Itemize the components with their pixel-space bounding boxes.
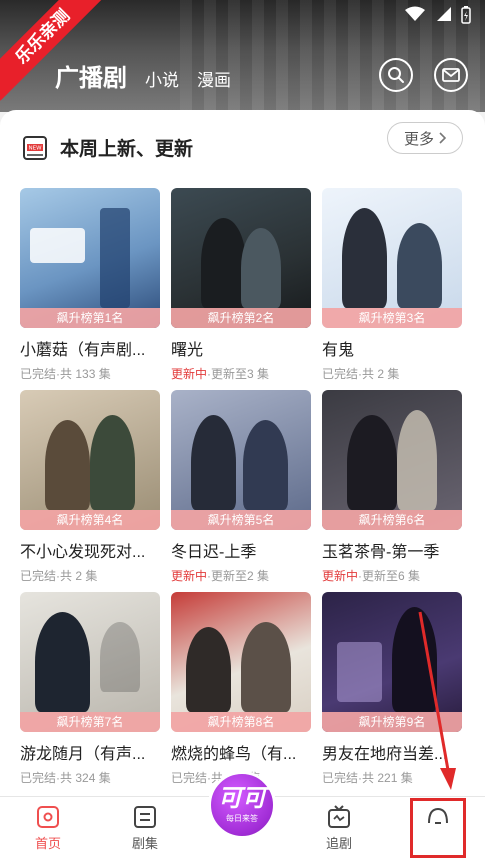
top-tabs: 广播剧 小说 漫画 xyxy=(55,58,231,93)
new-badge-icon: NEW xyxy=(23,135,47,160)
drama-title: 冬日迟-上季 xyxy=(171,544,257,561)
search-button[interactable] xyxy=(379,58,413,92)
drama-meta: 已完结·共 324 集 xyxy=(20,769,160,786)
status-bar xyxy=(405,6,471,29)
signal-icon xyxy=(435,6,451,29)
keke-center-button[interactable]: 可可 每日来答 xyxy=(208,771,276,839)
drama-status: 更新中 xyxy=(171,569,208,583)
drama-status: 已完结 xyxy=(20,569,57,583)
drama-title: 玉茗茶骨-第一季 xyxy=(322,544,440,561)
drama-status: 更新中 xyxy=(171,367,208,381)
drama-title: 燃烧的蜂鸟（有... xyxy=(171,746,297,763)
tab-novel[interactable]: 小说 xyxy=(145,66,179,91)
drama-info: ·共 2 集 xyxy=(358,367,400,381)
rank-badge: 飙升榜第3名 xyxy=(322,308,462,328)
drama-title: 游龙随月（有声... xyxy=(20,746,146,763)
drama-info: ·更新至6 集 xyxy=(358,569,421,583)
top-header: 乐乐亲测 广播剧 小说 漫画 xyxy=(0,0,485,112)
rank-badge: 飙升榜第5名 xyxy=(171,510,311,530)
center-button-label: 可可 xyxy=(218,784,266,812)
home-icon xyxy=(37,806,59,828)
wifi-icon xyxy=(405,6,425,29)
drama-info: ·更新至2 集 xyxy=(207,569,270,583)
annotation-highlight-box xyxy=(410,798,466,858)
drama-status: 已完结 xyxy=(171,771,208,785)
nav-home-label: 首页 xyxy=(34,836,61,851)
cover-image: 飙升榜第7名 xyxy=(20,592,160,732)
drama-info: ·共 133 集 xyxy=(56,367,111,381)
drama-meta: 已完结·共 221 集 xyxy=(322,769,462,786)
tab-comic[interactable]: 漫画 xyxy=(197,66,231,91)
rank-badge: 飙升榜第6名 xyxy=(322,510,462,530)
drama-card[interactable]: 飙升榜第4名 不小心发现死对... 已完结·共 2 集 xyxy=(20,390,160,583)
cover-image: 飙升榜第8名 xyxy=(171,592,311,732)
svg-text:NEW: NEW xyxy=(28,145,42,151)
drama-grid: 飙升榜第1名 小蘑菇（有声剧... 已完结·共 133 集 飙升榜第2名 曙光 … xyxy=(20,188,462,785)
drama-card[interactable]: 飙升榜第7名 游龙随月（有声... 已完结·共 324 集 xyxy=(20,592,160,785)
drama-card[interactable]: 飙升榜第3名 有鬼 已完结·共 2 集 xyxy=(322,188,462,381)
section-header: NEW 本周上新、更新 xyxy=(22,134,193,161)
nav-drama-list-label: 剧集 xyxy=(131,836,158,851)
drama-meta: 已完结·共 133 集 xyxy=(20,365,160,382)
drama-info: ·共 2 集 xyxy=(56,569,98,583)
cover-image: 飙升榜第6名 xyxy=(322,390,462,530)
cover-image: 飙升榜第4名 xyxy=(20,390,160,530)
drama-meta: 更新中·更新至2 集 xyxy=(171,567,311,584)
drama-info: ·更新至3 集 xyxy=(207,367,270,381)
drama-info: ·共 324 集 xyxy=(56,771,111,785)
nav-home[interactable]: 首页 xyxy=(18,805,78,852)
battery-icon xyxy=(461,6,471,29)
rank-badge: 飙升榜第4名 xyxy=(20,510,160,530)
rank-badge: 飙升榜第7名 xyxy=(20,712,160,732)
rank-badge: 飙升榜第1名 xyxy=(20,308,160,328)
drama-card[interactable]: 飙升榜第9名 男友在地府当差... 已完结·共 221 集 xyxy=(322,592,462,785)
drama-status: 已完结 xyxy=(20,771,57,785)
message-icon xyxy=(442,68,460,82)
drama-status: 已完结 xyxy=(20,367,57,381)
drama-title: 有鬼 xyxy=(322,342,355,359)
drama-title: 曙光 xyxy=(171,342,204,359)
drama-title: 小蘑菇（有声剧... xyxy=(20,342,146,359)
tv-icon xyxy=(328,805,350,828)
drama-card[interactable]: 飙升榜第8名 燃烧的蜂鸟（有... 已完结·共 110 集 xyxy=(171,592,311,785)
chevron-right-icon xyxy=(439,132,446,144)
cover-image: 飙升榜第5名 xyxy=(171,390,311,530)
content-card: NEW 本周上新、更新 更多 飙升榜第1名 小蘑菇（有声剧... 已完结·共 1… xyxy=(0,110,485,800)
drama-card[interactable]: 飙升榜第1名 小蘑菇（有声剧... 已完结·共 133 集 xyxy=(20,188,160,381)
section-title: 本周上新、更新 xyxy=(60,139,194,160)
drama-meta: 已完结·共 2 集 xyxy=(322,365,462,382)
cover-image: 飙升榜第2名 xyxy=(171,188,311,328)
drama-status: 已完结 xyxy=(322,771,359,785)
nav-following-label: 追剧 xyxy=(325,836,352,851)
rank-badge: 飙升榜第9名 xyxy=(322,712,462,732)
drama-meta: 更新中·更新至6 集 xyxy=(322,567,462,584)
drama-card[interactable]: 飙升榜第6名 玉茗茶骨-第一季 更新中·更新至6 集 xyxy=(322,390,462,583)
search-icon xyxy=(388,67,404,83)
rank-badge: 飙升榜第2名 xyxy=(171,308,311,328)
center-button-sublabel: 每日来答 xyxy=(226,813,258,823)
tab-radio-drama[interactable]: 广播剧 xyxy=(55,58,127,93)
more-label: 更多 xyxy=(403,130,434,148)
drama-info: ·共 221 集 xyxy=(358,771,413,785)
drama-title: 不小心发现死对... xyxy=(20,544,146,561)
nav-drama-list[interactable]: 剧集 xyxy=(115,805,175,852)
drama-meta: 已完结·共 2 集 xyxy=(20,567,160,584)
rank-badge: 飙升榜第8名 xyxy=(171,712,311,732)
cover-image: 飙升榜第9名 xyxy=(322,592,462,732)
drama-card[interactable]: 飙升榜第5名 冬日迟-上季 更新中·更新至2 集 xyxy=(171,390,311,583)
drama-status: 已完结 xyxy=(322,367,359,381)
drama-list-icon xyxy=(134,806,156,828)
drama-status: 更新中 xyxy=(322,569,359,583)
cover-image: 飙升榜第1名 xyxy=(20,188,160,328)
drama-title: 男友在地府当差... xyxy=(322,746,448,763)
message-button[interactable] xyxy=(434,58,468,92)
more-button[interactable]: 更多 xyxy=(387,122,463,154)
drama-meta: 更新中·更新至3 集 xyxy=(171,365,311,382)
cover-image: 飙升榜第3名 xyxy=(322,188,462,328)
drama-card[interactable]: 飙升榜第2名 曙光 更新中·更新至3 集 xyxy=(171,188,311,381)
nav-following[interactable]: 追剧 xyxy=(309,805,369,852)
